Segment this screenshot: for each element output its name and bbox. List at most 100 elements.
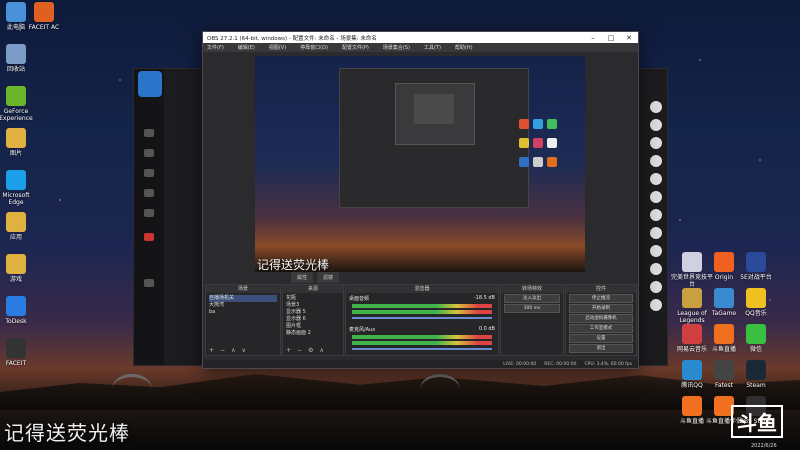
netease-music-icon (682, 324, 702, 344)
steam-5e-icon (746, 252, 766, 272)
nav-icon[interactable] (144, 149, 154, 157)
desktop-icon-label: Microsoft Edge (2, 192, 30, 206)
desktop-icon-geforce-experience[interactable]: GeForce Experience (0, 86, 38, 122)
strip-icon[interactable] (650, 101, 662, 113)
volume-slider[interactable] (352, 348, 492, 350)
desktop-icon-qq-music[interactable]: QQ音乐 (734, 288, 778, 317)
source-item[interactable]: 图片框 (286, 323, 340, 330)
menu-item[interactable]: 视图(V) (269, 44, 286, 51)
source-item[interactable]: 静态画面 2 (286, 330, 340, 337)
nav-icon[interactable] (144, 209, 154, 217)
nested-preview (339, 68, 529, 208)
scenes-controls: + − ∧ ∨ (206, 347, 280, 355)
strip-icon[interactable] (650, 281, 662, 293)
remove-icon[interactable]: − (297, 347, 302, 355)
transitions-title: 转场特效 (501, 285, 563, 293)
desktop-icon-games-folder[interactable]: 游戏 (0, 254, 38, 283)
strip-icon[interactable] (650, 299, 662, 311)
strip-icon[interactable] (650, 191, 662, 203)
source-tabs: 属性 滤镜 (291, 272, 340, 283)
strip-icon[interactable] (650, 173, 662, 185)
strip-icon[interactable] (650, 119, 662, 131)
add-icon[interactable]: + (209, 347, 214, 355)
menu-item[interactable]: 帮助(H) (455, 44, 473, 51)
control-button[interactable]: 设置 (569, 334, 633, 343)
preview-icons (517, 116, 577, 173)
transition-select[interactable]: 淡入淡出 (504, 294, 560, 303)
source-item[interactable]: 场景3 (286, 302, 340, 309)
nav-icon[interactable] (144, 189, 154, 197)
scene-item[interactable]: 自播场机关 (209, 295, 277, 302)
geforce-experience-icon (6, 86, 26, 106)
apps-folder-icon (6, 212, 26, 232)
tagame-icon (714, 288, 734, 308)
strip-icon[interactable] (650, 209, 662, 221)
faceit-ac-icon (34, 2, 54, 22)
volume-slider[interactable] (352, 317, 492, 319)
menu-item[interactable]: 编辑(E) (238, 44, 255, 51)
up-icon[interactable]: ∧ (319, 347, 323, 355)
desktop-icon-todesk[interactable]: ToDesk (0, 296, 38, 325)
desktop-icon-pictures[interactable]: 图片 (0, 128, 38, 157)
source-item[interactable]: 显示器 6 (286, 316, 340, 323)
obs-preview[interactable]: 记得送荧光棒 (255, 56, 585, 272)
strip-icon[interactable] (650, 137, 662, 149)
control-button[interactable]: 开始录制 (569, 304, 633, 313)
obs-titlebar[interactable]: OBS 27.2.1 (64-bit, windows) - 配置文件: 未命名… (203, 32, 638, 43)
menu-item[interactable]: 停靠窗口(D) (300, 44, 328, 51)
add-icon[interactable]: + (286, 347, 291, 355)
nested-preview-2 (395, 83, 475, 145)
origin-icon (714, 252, 734, 272)
strip-icon[interactable] (650, 263, 662, 275)
desktop-icon-faceit[interactable]: FACEIT (0, 338, 38, 367)
mixer-title: 混音器 (346, 285, 498, 293)
strip-icon[interactable] (650, 227, 662, 239)
transition-duration[interactable]: 300 ms (504, 304, 560, 313)
obs-docks: 属性 滤镜 场景 自播场机关 大熊湾 ba + − ∧ ∨ 来源 花瓶 场景3 显示器 5 显示… (203, 272, 638, 368)
source-item[interactable]: 花瓶 (286, 295, 340, 302)
menu-item[interactable]: 工具(T) (424, 44, 441, 51)
close-icon[interactable]: ✕ (620, 34, 638, 42)
remove-icon[interactable]: − (220, 347, 225, 355)
control-button[interactable]: 停止推流 (569, 294, 633, 303)
desktop-icon-microsoft-edge[interactable]: Microsoft Edge (0, 170, 38, 206)
desktop-icon-steam[interactable]: Steam (734, 360, 778, 389)
desktop-icon-recycle-bin[interactable]: 回收站 (0, 44, 38, 73)
control-button[interactable]: 启动虚拟摄像机 (569, 314, 633, 323)
menu-item[interactable]: 配置文件(P) (342, 44, 369, 51)
menu-item[interactable]: 文件(F) (207, 44, 224, 51)
source-item[interactable]: 显示器 5 (286, 309, 340, 316)
app-logo-icon (138, 71, 162, 97)
scene-item[interactable]: 大熊湾 (209, 302, 277, 309)
desktop-icon-apps-folder[interactable]: 应用 (0, 212, 38, 241)
minimize-icon[interactable]: – (584, 34, 602, 42)
todesk-icon (6, 296, 26, 316)
rec-time: REC: 00:00:00 (544, 361, 577, 367)
gear-icon[interactable]: ⚙ (308, 347, 313, 355)
down-icon[interactable]: ∨ (241, 347, 245, 355)
scene-item[interactable]: ba (209, 309, 277, 316)
top-badge-icon[interactable] (144, 233, 154, 241)
wechat-icon (746, 324, 766, 344)
tab-filters[interactable]: 滤镜 (317, 272, 340, 283)
qq-icon (682, 360, 702, 380)
desktop-icon-wechat[interactable]: 微信 (734, 324, 778, 353)
desktop-icon-faceit-ac[interactable]: FACEIT AC (22, 2, 66, 31)
nav-icon[interactable] (144, 169, 154, 177)
desktop-icon-label: FACEIT (5, 360, 27, 367)
menu-item[interactable]: 场景集合(S) (383, 44, 410, 51)
control-button[interactable]: 退出 (569, 344, 633, 353)
strip-icon[interactable] (650, 155, 662, 167)
obs-menubar: 文件(F) 编辑(E) 视图(V) 停靠窗口(D) 配置文件(P) 场景集合(S) 工具(T… (203, 43, 638, 52)
tab-properties[interactable]: 属性 (291, 272, 314, 283)
douyu-logo: 斗鱼 (731, 405, 783, 438)
obs-window[interactable]: OBS 27.2.1 (64-bit, windows) - 配置文件: 未命名… (202, 31, 639, 369)
nav-icon[interactable] (144, 279, 154, 287)
maximize-icon[interactable]: □ (602, 34, 620, 42)
desktop-icon-label: 应用 (9, 234, 22, 241)
up-icon[interactable]: ∧ (231, 347, 235, 355)
nav-icon[interactable] (144, 129, 154, 137)
control-button[interactable]: 工作室模式 (569, 324, 633, 333)
strip-icon[interactable] (650, 245, 662, 257)
desktop-icon-steam-5e[interactable]: 5E对战平台 (734, 252, 778, 281)
